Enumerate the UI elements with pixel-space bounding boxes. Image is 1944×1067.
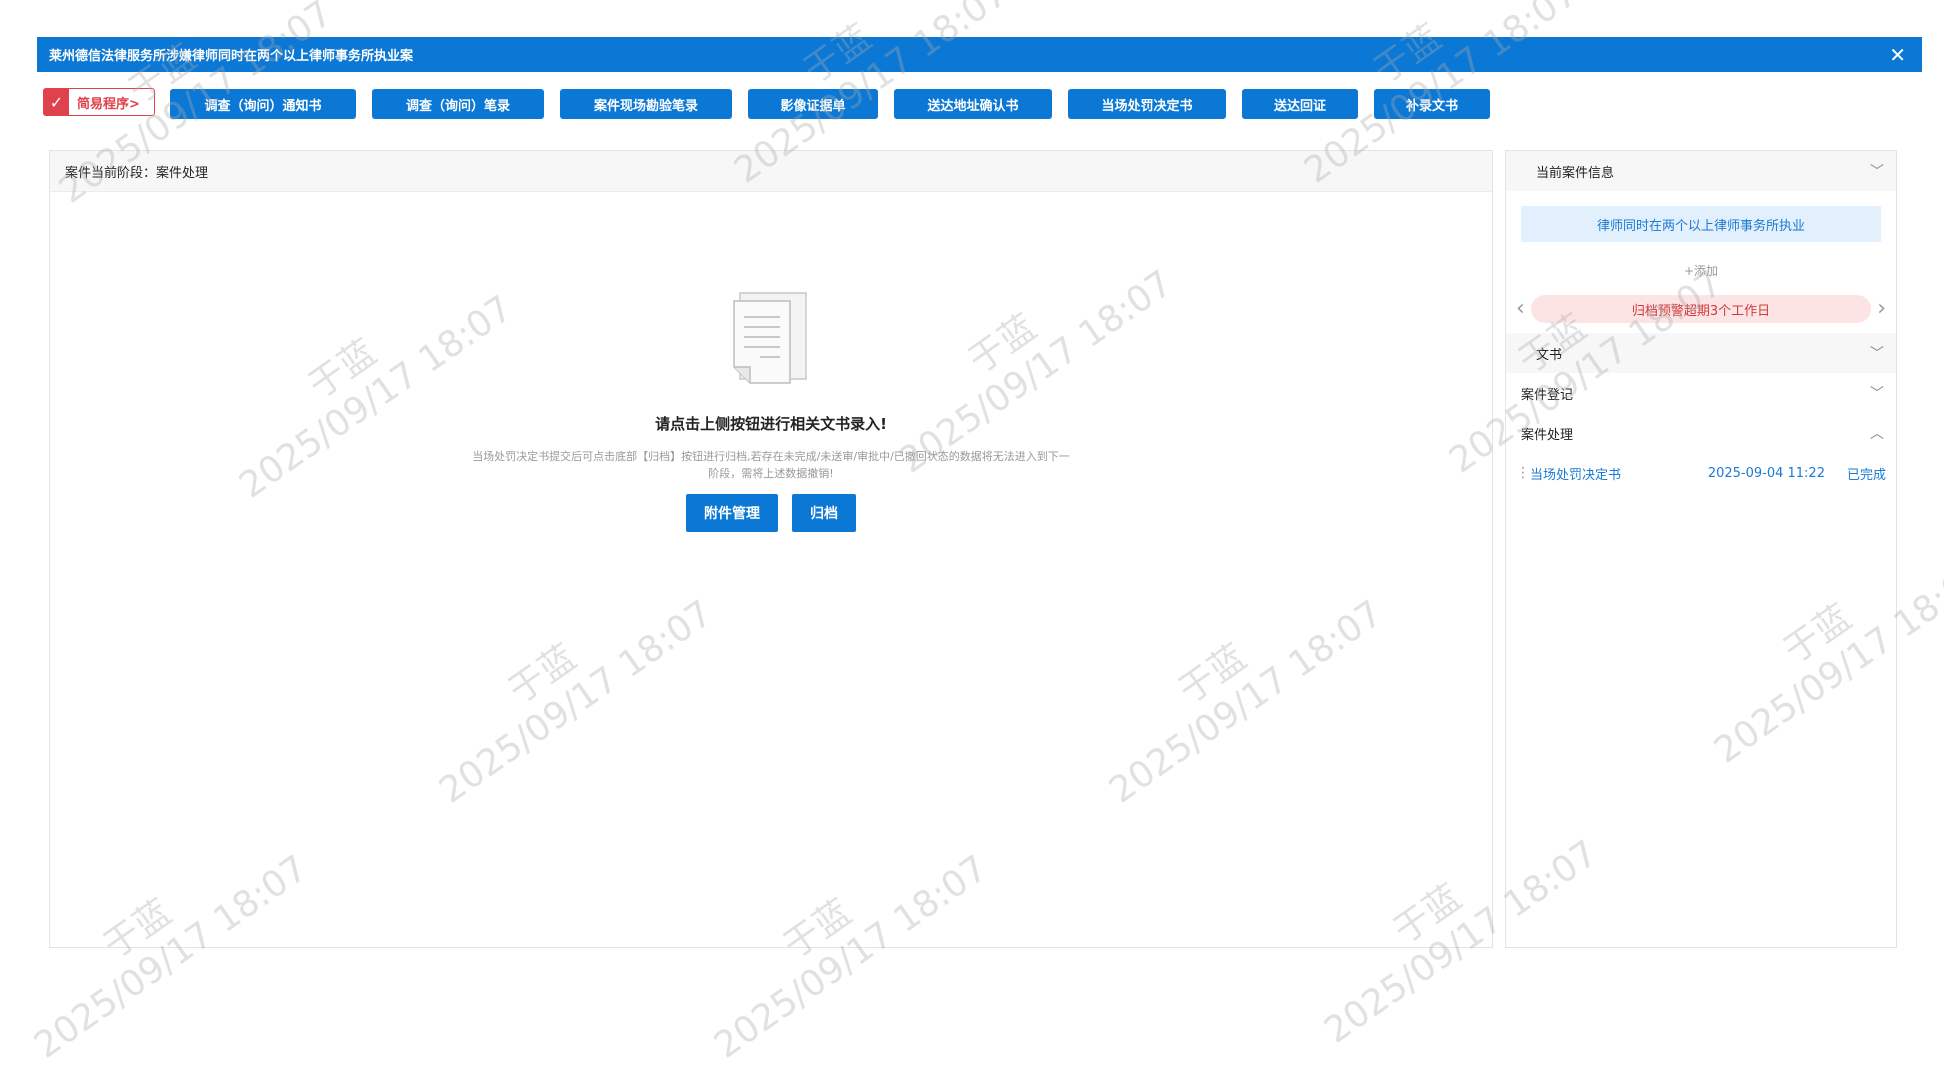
- case-stage-header: 案件当前阶段：案件处理: [50, 151, 1492, 192]
- chevron-left-icon[interactable]: ‹: [1516, 298, 1525, 320]
- supplementary-document-button[interactable]: 补录文书: [1374, 89, 1490, 119]
- archive-button[interactable]: 归档: [792, 494, 856, 532]
- section-processing-label: 案件处理: [1521, 427, 1574, 443]
- chevron-right-icon[interactable]: ›: [1877, 298, 1886, 320]
- inquiry-notice-button[interactable]: 调查（询问）通知书: [170, 89, 356, 119]
- dialog-title: 莱州德信法律服务所涉嫌律师同时在两个以上律师事务所执业案: [49, 49, 414, 64]
- site-inspection-record-button[interactable]: 案件现场勘验笔录: [560, 89, 732, 119]
- section-processing[interactable]: 案件处理 ︿: [1506, 413, 1896, 453]
- document-icon: [733, 292, 807, 384]
- dialog-titlebar: 莱州德信法律服务所涉嫌律师同时在两个以上律师事务所执业案 ✕: [37, 37, 1922, 72]
- attachments-button[interactable]: 附件管理: [686, 494, 778, 532]
- empty-state-hint: 当场处罚决定书提交后可点击底部【归档】按钮进行归档,若存在未完成/未送审/审批中…: [472, 450, 1070, 480]
- case-stage-panel: 案件当前阶段：案件处理 请点击上侧按钮进行相关文书录入! 当场处罚决定书提交后可…: [49, 150, 1493, 948]
- document-time: 2025-09-04 11:22: [1707, 465, 1825, 481]
- chevron-down-icon: ﹀: [1870, 346, 1884, 362]
- on-site-penalty-decision-button[interactable]: 当场处罚决定书: [1068, 89, 1226, 119]
- case-name-tag: 律师同时在两个以上律师事务所执业: [1521, 206, 1881, 242]
- case-info-title: 当前案件信息: [1536, 165, 1615, 181]
- archive-warning-badge: 归档预警超期3个工作日: [1530, 295, 1872, 323]
- list-item: ⋮ 当场处罚决定书 2025-09-04 11:22 已完成: [1506, 453, 1896, 493]
- checkmark-icon: ✓: [44, 89, 69, 115]
- empty-state-actions: 附件管理 归档: [50, 494, 1492, 532]
- watermark-name: 于蓝: [1366, 16, 1449, 92]
- section-registration[interactable]: 案件登记 ﹀: [1506, 373, 1896, 413]
- empty-state: 请点击上侧按钮进行相关文书录入! 当场处罚决定书提交后可点击底部【归档】按钮进行…: [50, 287, 1492, 532]
- section-documents[interactable]: 文书 ﹀: [1506, 333, 1896, 373]
- simple-procedure-label: 简易程序>: [77, 96, 140, 112]
- inquiry-record-button[interactable]: 调查（询问）笔录: [372, 89, 544, 119]
- watermark-name: 于蓝: [796, 16, 879, 92]
- case-info-panel: 当前案件信息 ﹀ 律师同时在两个以上律师事务所执业 +添加 ‹ 归档预警超期3个…: [1505, 150, 1897, 948]
- simple-procedure-toggle[interactable]: ✓ 简易程序>: [43, 88, 155, 116]
- chevron-down-icon: ﹀: [1870, 386, 1884, 402]
- warning-carousel: ‹ 归档预警超期3个工作日 ›: [1506, 293, 1896, 325]
- close-icon[interactable]: ✕: [1885, 45, 1910, 65]
- chevron-down-icon[interactable]: ﹀: [1870, 161, 1884, 181]
- case-stage-label: 案件当前阶段：案件处理: [65, 165, 209, 181]
- section-registration-label: 案件登记: [1521, 387, 1574, 403]
- image-evidence-button[interactable]: 影像证据单: [748, 89, 878, 119]
- drag-handle-icon[interactable]: ⋮: [1516, 465, 1530, 481]
- delivery-address-confirm-button[interactable]: 送达地址确认书: [894, 89, 1052, 119]
- case-info-header[interactable]: 当前案件信息 ﹀: [1506, 151, 1896, 191]
- empty-state-title: 请点击上侧按钮进行相关文书录入!: [655, 415, 887, 433]
- delivery-receipt-button[interactable]: 送达回证: [1242, 89, 1358, 119]
- add-link[interactable]: +添加: [1506, 262, 1896, 279]
- section-documents-label: 文书: [1536, 347, 1563, 363]
- document-link[interactable]: 当场处罚决定书: [1530, 464, 1621, 483]
- chevron-up-icon: ︿: [1870, 426, 1884, 442]
- document-status: 已完成: [1846, 467, 1886, 483]
